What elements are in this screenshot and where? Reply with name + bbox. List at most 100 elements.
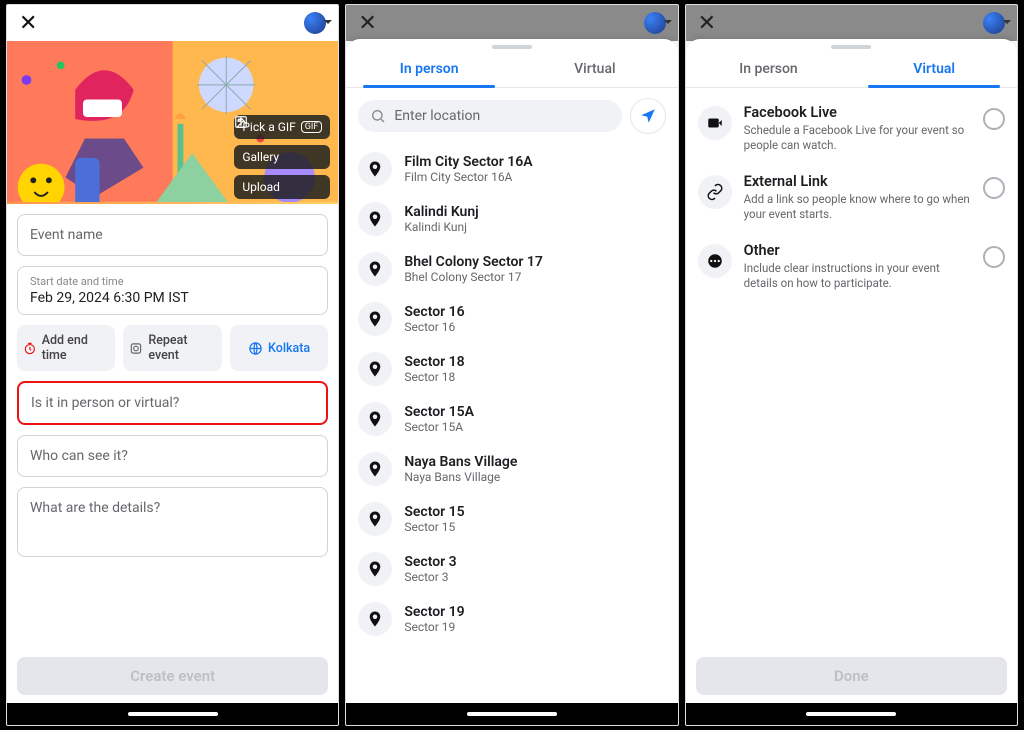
tabs: In person Virtual — [686, 51, 1017, 88]
pin-icon — [358, 602, 392, 636]
tab-in-person[interactable]: In person — [686, 51, 852, 87]
event-type-input[interactable]: Is it in person or virtual? — [17, 381, 328, 425]
location-suggestion[interactable]: Naya Bans VillageNaya Bans Village — [358, 444, 665, 494]
repeat-icon — [129, 341, 143, 356]
gif-badge-icon: GIF — [301, 121, 323, 133]
profile-avatar[interactable] — [304, 12, 326, 34]
add-end-time-chip[interactable]: Add end time — [17, 325, 115, 371]
option-title: External Link — [744, 173, 971, 190]
topbar: ✕ — [686, 5, 1017, 41]
gallery-button[interactable]: Gallery — [234, 145, 330, 169]
location-sub: Naya Bans Village — [404, 470, 517, 484]
profile-avatar[interactable] — [644, 12, 666, 34]
option-desc: Schedule a Facebook Live for your event … — [744, 123, 971, 153]
details-input[interactable]: What are the details? — [17, 487, 328, 557]
location-suggestion[interactable]: Bhel Colony Sector 17Bhel Colony Sector … — [358, 244, 665, 294]
home-indicator[interactable] — [806, 712, 896, 716]
location-suggestion[interactable]: Sector 18Sector 18 — [358, 344, 665, 394]
location-sub: Sector 15 — [404, 520, 464, 534]
gallery-label: Gallery — [242, 150, 279, 164]
pin-icon — [358, 402, 392, 436]
location-sub: Sector 16 — [404, 320, 464, 334]
close-icon[interactable]: ✕ — [698, 11, 716, 36]
location-suggestion[interactable]: Sector 15ASector 15A — [358, 394, 665, 444]
virtual-option[interactable]: Facebook LiveSchedule a Facebook Live fo… — [698, 94, 1005, 163]
upload-icon — [234, 115, 248, 129]
option-desc: Add a link so people know where to go wh… — [744, 192, 971, 222]
date-label: Start date and time — [30, 275, 315, 288]
upload-button[interactable]: Upload — [234, 175, 330, 199]
search-icon — [370, 108, 386, 124]
location-name: Sector 16 — [404, 304, 464, 320]
tabs: In person Virtual — [346, 51, 677, 88]
location-sub: Sector 15A — [404, 420, 474, 434]
nav-bar — [7, 703, 338, 725]
nav-bar — [686, 703, 1017, 725]
done-button[interactable]: Done — [696, 657, 1007, 695]
pin-icon — [358, 152, 392, 186]
visibility-input[interactable]: Who can see it? — [17, 435, 328, 477]
home-indicator[interactable] — [467, 712, 557, 716]
home-indicator[interactable] — [128, 712, 218, 716]
location-sub: Bhel Colony Sector 17 — [404, 270, 543, 284]
location-picker-panel: ✕ In person Virtual Enter location Film … — [345, 4, 678, 726]
location-name: Sector 18 — [404, 354, 464, 370]
repeat-event-chip[interactable]: Repeat event — [123, 325, 221, 371]
location-name: Kalindi Kunj — [404, 204, 478, 220]
timezone-chip[interactable]: Kolkata — [230, 325, 328, 371]
pin-icon — [358, 252, 392, 286]
close-icon[interactable]: ✕ — [358, 11, 376, 36]
location-sub: Film City Sector 16A — [404, 170, 532, 184]
start-date-input[interactable]: Start date and time Feb 29, 2024 6:30 PM… — [17, 266, 328, 315]
create-event-panel: ✕ — [6, 4, 339, 726]
profile-avatar[interactable] — [983, 12, 1005, 34]
location-suggestion[interactable]: Sector 3Sector 3 — [358, 544, 665, 594]
create-event-button[interactable]: Create event — [17, 657, 328, 695]
pin-icon — [358, 452, 392, 486]
topbar: ✕ — [346, 5, 677, 41]
pin-icon — [358, 552, 392, 586]
event-cover: Pick a GIF GIF Gallery Upload — [7, 41, 338, 204]
tab-virtual[interactable]: Virtual — [851, 51, 1017, 87]
location-search-input[interactable]: Enter location — [358, 100, 621, 132]
location-suggestion[interactable]: Kalindi KunjKalindi Kunj — [358, 194, 665, 244]
option-icon — [698, 106, 732, 140]
option-icon — [698, 175, 732, 209]
location-name: Sector 15A — [404, 404, 474, 420]
clock-icon — [23, 341, 37, 356]
option-icon — [698, 244, 732, 278]
topbar: ✕ — [7, 5, 338, 41]
radio-button[interactable] — [983, 177, 1005, 199]
tab-in-person[interactable]: In person — [346, 51, 512, 87]
location-suggestion[interactable]: Sector 19Sector 19 — [358, 594, 665, 644]
pin-icon — [358, 502, 392, 536]
option-title: Other — [744, 242, 971, 259]
pick-gif-label: Pick a GIF — [242, 120, 295, 134]
location-suggestion[interactable]: Sector 16Sector 16 — [358, 294, 665, 344]
location-suggestion[interactable]: Sector 15Sector 15 — [358, 494, 665, 544]
radio-button[interactable] — [983, 108, 1005, 130]
tab-virtual[interactable]: Virtual — [512, 51, 678, 87]
event-name-input[interactable]: Event name — [17, 214, 328, 256]
location-name: Sector 3 — [404, 554, 456, 570]
location-name: Sector 19 — [404, 604, 464, 620]
location-sub: Sector 3 — [404, 570, 456, 584]
close-icon[interactable]: ✕ — [19, 11, 37, 36]
pin-icon — [358, 302, 392, 336]
location-name: Naya Bans Village — [404, 454, 517, 470]
sheet-handle[interactable] — [492, 45, 532, 49]
location-name: Bhel Colony Sector 17 — [404, 254, 543, 270]
pick-gif-button[interactable]: Pick a GIF GIF — [234, 115, 330, 139]
globe-icon — [248, 341, 263, 356]
location-suggestion[interactable]: Film City Sector 16AFilm City Sector 16A — [358, 144, 665, 194]
virtual-options-panel: ✕ In person Virtual Facebook LiveSchedul… — [685, 4, 1018, 726]
current-location-button[interactable] — [630, 98, 666, 134]
location-name: Sector 15 — [404, 504, 464, 520]
radio-button[interactable] — [983, 246, 1005, 268]
virtual-option[interactable]: External Link Add a link so people know w… — [698, 163, 1005, 232]
upload-label: Upload — [242, 180, 280, 194]
virtual-option[interactable]: OtherInclude clear instructions in your … — [698, 232, 1005, 301]
date-value: Feb 29, 2024 6:30 PM IST — [30, 290, 315, 306]
location-name: Film City Sector 16A — [404, 154, 532, 170]
sheet-handle[interactable] — [831, 45, 871, 49]
